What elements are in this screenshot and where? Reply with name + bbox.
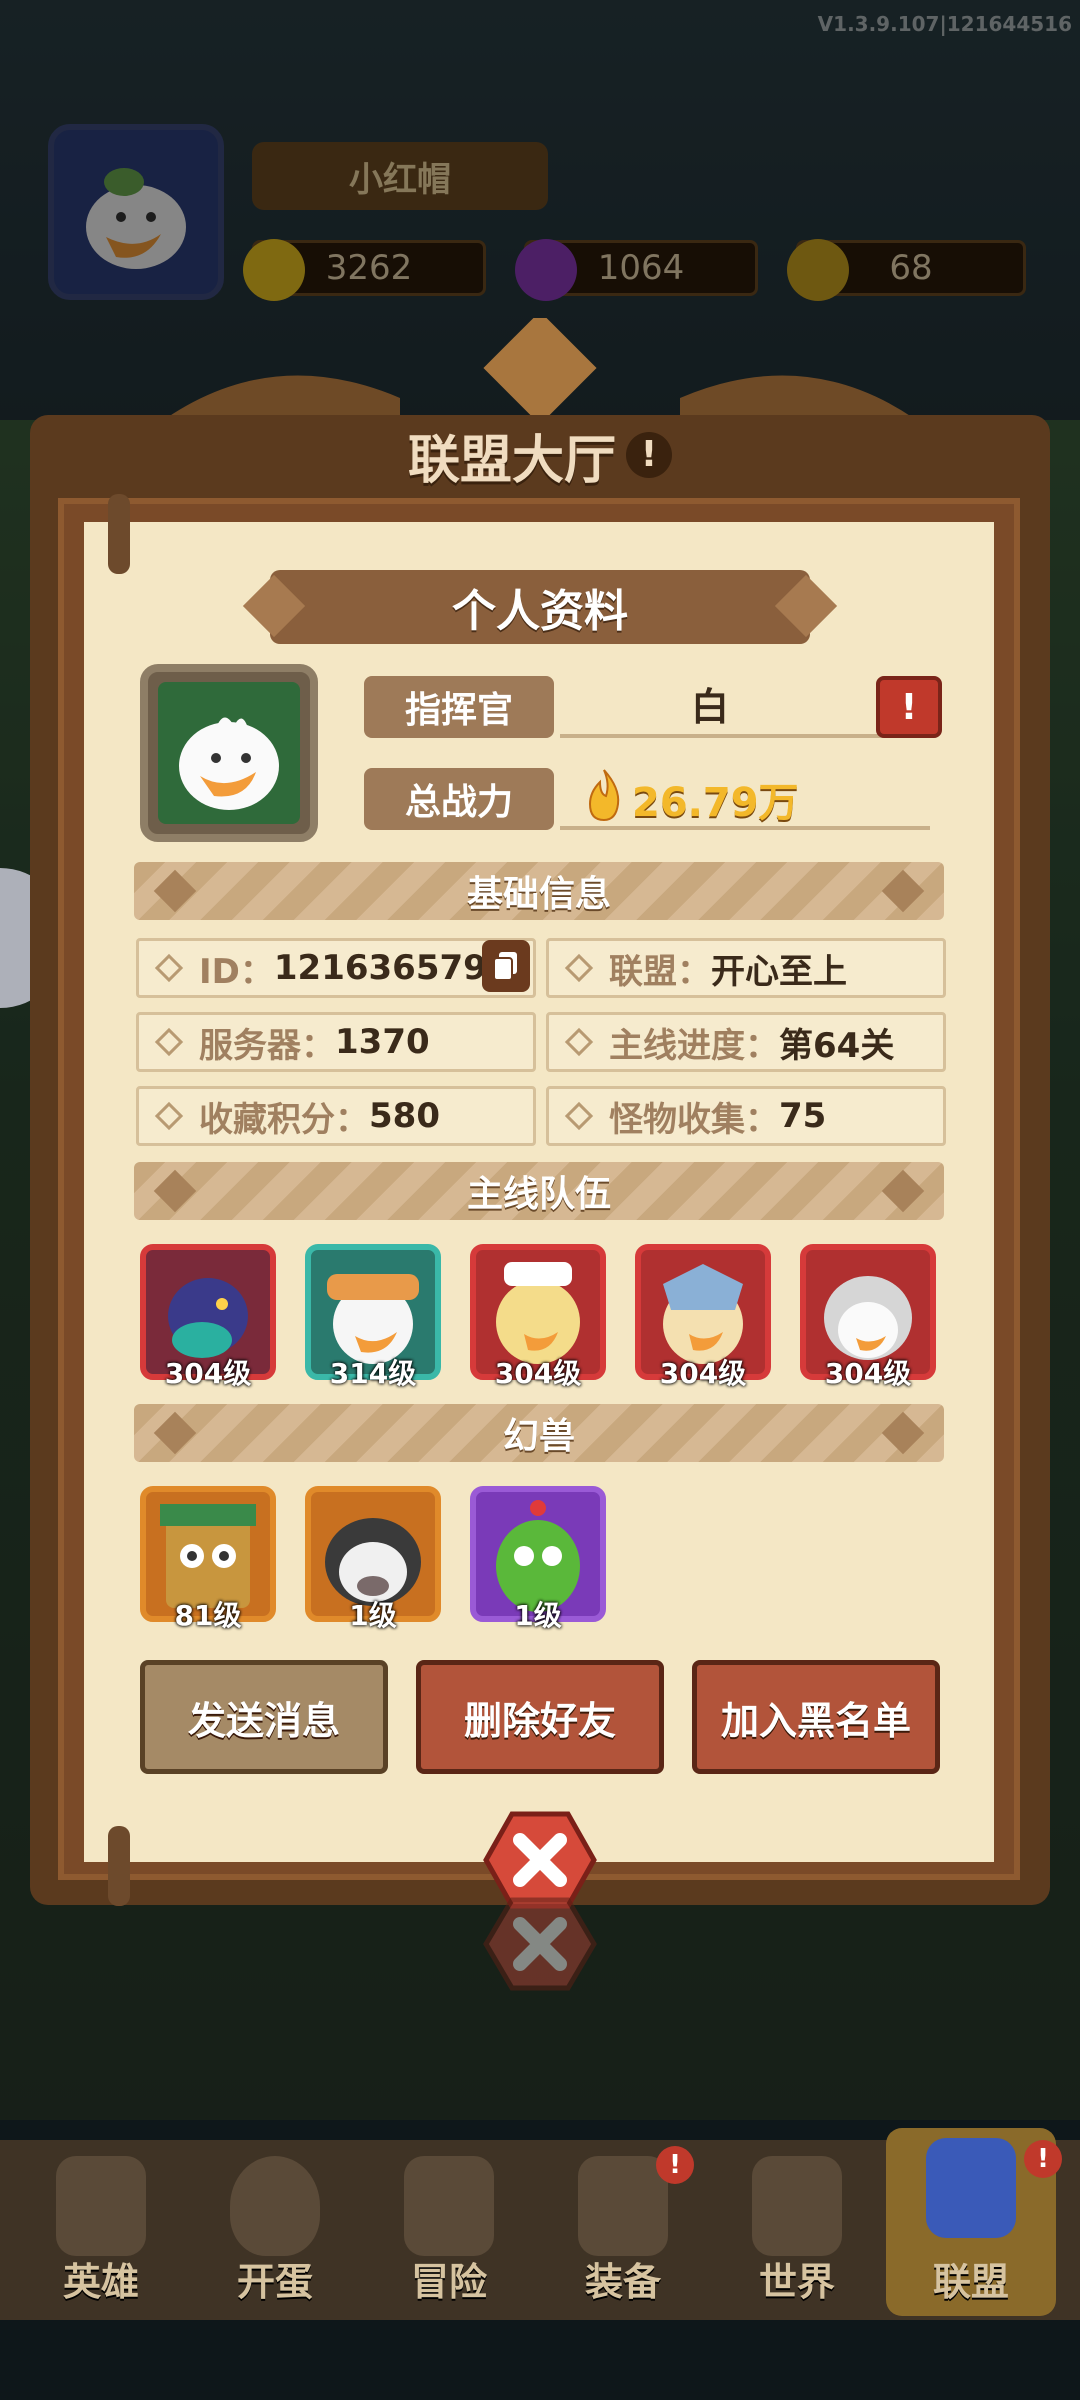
commander-value: 白	[690, 685, 729, 729]
progress-cell: 主线进度： 第64关	[546, 1012, 946, 1072]
server-cell: 服务器： 1370	[136, 1012, 536, 1072]
alliance-label: 联盟：	[609, 951, 711, 992]
nav-world[interactable]: 世界	[712, 2146, 882, 2316]
monster-label: 怪物收集：	[609, 1099, 779, 1140]
id-label: ID：	[199, 951, 274, 992]
nav-adventure[interactable]: 冒险	[364, 2146, 534, 2316]
anvil-nav-icon	[578, 2156, 668, 2256]
report-button[interactable]: !	[876, 676, 942, 738]
beast-level: 81级	[174, 1599, 242, 1632]
egg-nav-icon	[230, 2156, 320, 2256]
collection-label: 收藏积分：	[199, 1099, 369, 1140]
hero-level: 304级	[824, 1357, 912, 1390]
beasts-header: 幻兽	[134, 1404, 944, 1462]
collection-cell: 收藏积分： 580	[136, 1086, 536, 1146]
beasts-title: 幻兽	[502, 1416, 575, 1457]
alliance-cell: 联盟： 开心至上	[546, 938, 946, 998]
id-value: 121636579	[273, 948, 487, 988]
hero-level: 304级	[164, 1357, 252, 1390]
fire-icon	[588, 769, 620, 822]
nav-label: 装备	[584, 2260, 661, 2304]
nav-label: 开蛋	[236, 2260, 313, 2304]
commander-underline	[560, 734, 930, 738]
nav-label: 世界	[758, 2260, 835, 2304]
hall-title: 联盟大厅 !	[270, 400, 810, 510]
basic-info-title: 基础信息	[466, 874, 611, 915]
progress-value: 第64关	[779, 1025, 895, 1066]
copy-id-button[interactable]	[482, 940, 530, 992]
hero-level: 304级	[494, 1357, 582, 1390]
nav-alliance[interactable]: 联盟 !	[886, 2128, 1062, 2316]
alliance-value: 开心至上	[711, 951, 847, 992]
hero-nav-icon	[56, 2156, 146, 2256]
delete-friend-button[interactable]: 删除好友	[416, 1660, 664, 1774]
section-cap-left	[153, 869, 197, 913]
beast-card[interactable]: 1级	[305, 1486, 441, 1632]
notification-badge: !	[1024, 2140, 1062, 2178]
diamond-icon	[564, 953, 594, 983]
hall-info-icon[interactable]: !	[626, 432, 672, 478]
team-hero[interactable]: 314级	[305, 1244, 441, 1390]
server-label: 服务器：	[199, 1025, 335, 1066]
diamond-icon	[154, 1027, 184, 1057]
nav-equipment[interactable]: 装备 !	[538, 2146, 708, 2316]
section-cap-left	[153, 1169, 197, 1213]
profile-title: 个人资料	[270, 570, 810, 644]
scroll-rod-top	[108, 494, 130, 574]
nav-label: 联盟	[932, 2260, 1009, 2304]
team-hero[interactable]: 304级	[140, 1244, 276, 1390]
team-hero[interactable]: 304级	[800, 1244, 936, 1390]
close-icon-shadow	[483, 1897, 597, 1991]
diamond-icon	[564, 1101, 594, 1131]
server-value: 1370	[335, 1022, 430, 1062]
power-label: 总战力	[364, 768, 554, 830]
section-cap-left	[153, 1411, 197, 1455]
section-cap-right	[881, 869, 925, 913]
notification-badge: !	[656, 2146, 694, 2184]
id-cell: ID： 121636579	[136, 938, 536, 998]
close-icon[interactable]	[482, 1810, 598, 1910]
beast-level: 1级	[349, 1599, 397, 1632]
warning-icon: !	[900, 686, 918, 728]
hall-title-text: 联盟大厅	[407, 430, 616, 491]
beast-card[interactable]: 1级	[470, 1486, 606, 1632]
white-duck-icon	[179, 717, 279, 810]
diamond-icon	[154, 1101, 184, 1131]
send-message-button[interactable]: 发送消息	[140, 1660, 388, 1774]
nav-label: 英雄	[62, 2260, 139, 2304]
section-cap-right	[881, 1411, 925, 1455]
beast-card[interactable]: 81级	[140, 1486, 276, 1632]
section-cap-right	[881, 1169, 925, 1213]
team-header: 主线队伍	[134, 1162, 944, 1220]
nav-label: 冒险	[410, 2260, 487, 2304]
team-hero[interactable]: 304级	[635, 1244, 771, 1390]
power-value: 26.79万	[632, 780, 799, 826]
scroll-rod-bottom	[108, 1826, 130, 1906]
commander-label: 指挥官	[364, 676, 554, 738]
swords-nav-icon	[404, 2156, 494, 2256]
monster-value: 75	[779, 1096, 827, 1136]
nav-heroes[interactable]: 英雄	[16, 2146, 186, 2316]
basic-info-header: 基础信息	[134, 862, 944, 920]
beast-level: 1级	[514, 1599, 562, 1632]
hero-level: 304级	[659, 1357, 747, 1390]
copy-icon	[493, 952, 517, 981]
diamond-icon	[564, 1027, 594, 1057]
team-title: 主线队伍	[466, 1174, 611, 1215]
team-hero[interactable]: 304级	[470, 1244, 606, 1390]
map-nav-icon	[752, 2156, 842, 2256]
shield-nav-icon	[926, 2138, 1016, 2238]
diamond-icon	[154, 953, 184, 983]
progress-label: 主线进度：	[609, 1025, 779, 1066]
hero-level: 314级	[329, 1357, 417, 1390]
profile-avatar	[140, 664, 318, 842]
collection-value: 580	[369, 1096, 440, 1136]
monster-cell: 怪物收集： 75	[546, 1086, 946, 1146]
nav-open-egg[interactable]: 开蛋	[190, 2146, 360, 2316]
blacklist-button[interactable]: 加入黑名单	[692, 1660, 940, 1774]
